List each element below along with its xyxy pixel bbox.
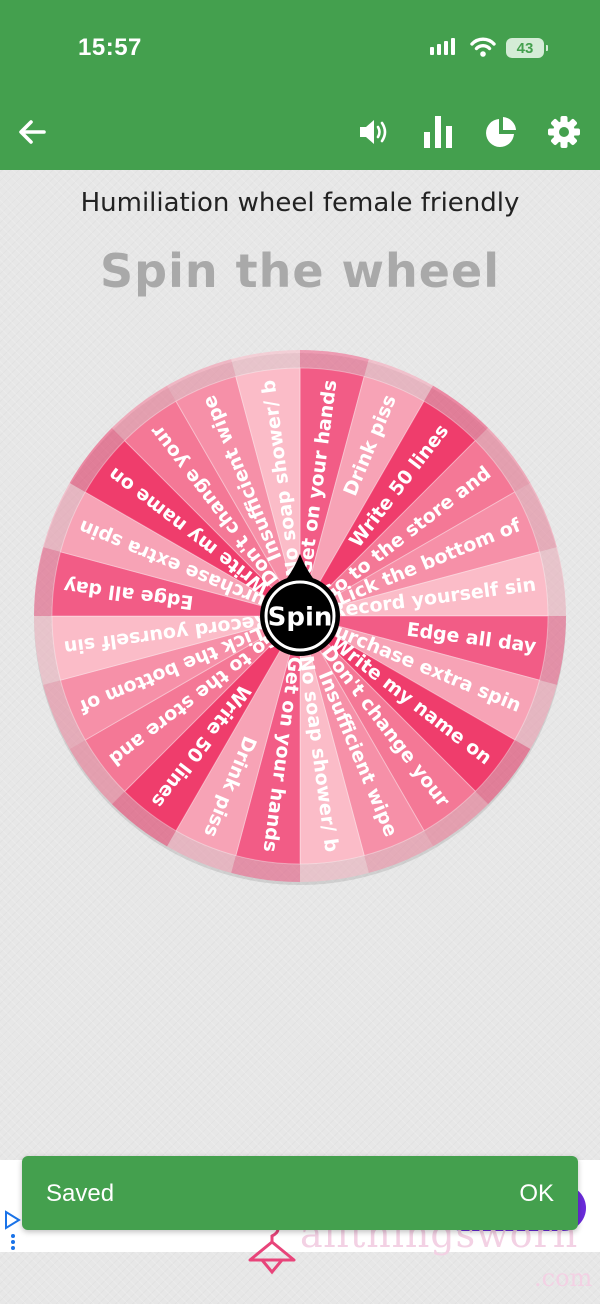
pie-chart-button[interactable] xyxy=(481,112,521,152)
arrow-left-icon xyxy=(19,120,46,144)
back-button[interactable] xyxy=(12,112,52,152)
ad-choices-icon[interactable] xyxy=(3,1210,23,1254)
spin-heading: Spin the wheel xyxy=(100,244,500,298)
prize-wheel[interactable]: Get on your hands Drink piss Write 50 line… xyxy=(30,346,570,886)
bar-chart-icon xyxy=(424,116,452,148)
battery-indicator: 43 xyxy=(506,38,548,58)
speaker-icon xyxy=(360,120,387,144)
snackbar-ok-button[interactable]: OK xyxy=(519,1180,554,1208)
wheel-title: Humiliation wheel female friendly xyxy=(80,188,520,218)
spin-button-label: Spin xyxy=(268,603,333,633)
snackbar: Saved OK xyxy=(22,1156,578,1230)
gear-icon xyxy=(548,116,580,148)
stats-button[interactable] xyxy=(418,112,458,152)
app-bar: 15:57 43 xyxy=(0,0,600,170)
snackbar-message: Saved xyxy=(46,1180,115,1207)
settings-button[interactable] xyxy=(544,112,584,152)
status-time: 15:57 xyxy=(78,34,142,61)
signal-icon xyxy=(430,38,455,55)
pie-chart-icon xyxy=(486,117,516,147)
sound-button[interactable] xyxy=(355,112,395,152)
ad-brand-sub: .com xyxy=(534,1264,593,1292)
wifi-icon xyxy=(470,36,496,62)
